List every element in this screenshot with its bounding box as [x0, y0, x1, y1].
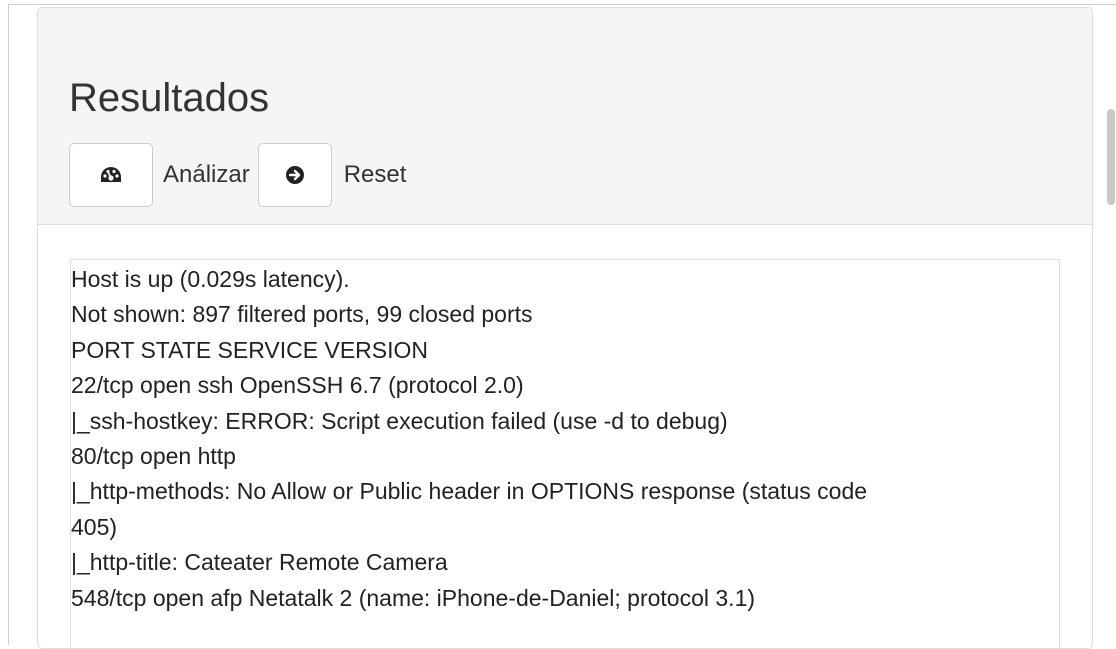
dashboard-icon [101, 167, 121, 182]
reset-label[interactable]: Reset [332, 161, 415, 189]
output-line: 405) [71, 513, 118, 540]
output-line: |_http-title: Cateater Remote Camera [71, 549, 448, 576]
output-line: 548/tcp open afp Netatalk 2 (name: iPhon… [71, 584, 756, 611]
output-line: |_http-methods: No Allow or Public heade… [71, 478, 868, 505]
scrollbar-thumb[interactable] [1107, 109, 1115, 205]
output-line: 80/tcp open http [71, 443, 236, 470]
toolbar: Análizar Reset [69, 142, 414, 208]
output-line: PORT STATE SERVICE VERSION [71, 336, 429, 363]
reset-button[interactable] [257, 143, 332, 207]
page-title: Resultados [69, 76, 270, 120]
results-panel: Resultados Análizar Reset Host is up (0.… [37, 7, 1093, 649]
output-line: |_ssh-hostkey: ERROR: Script execution f… [71, 407, 728, 434]
analyze-button[interactable] [69, 143, 153, 207]
output-line: Host is up (0.029s latency). [71, 266, 350, 292]
circle-arrow-right-icon [285, 166, 304, 184]
analyze-label[interactable]: Análizar [153, 161, 258, 189]
output-line: 22/tcp open ssh OpenSSH 6.7 (protocol 2.… [71, 372, 524, 399]
browser-window: Resultados Análizar Reset Host is up (0.… [8, 4, 1116, 649]
output-line: Not shown: 897 filtered ports, 99 closed… [71, 301, 533, 328]
scan-output[interactable]: Host is up (0.029s latency). Not shown: … [70, 259, 1060, 648]
panel-heading: Resultados Análizar Reset [38, 8, 1092, 225]
